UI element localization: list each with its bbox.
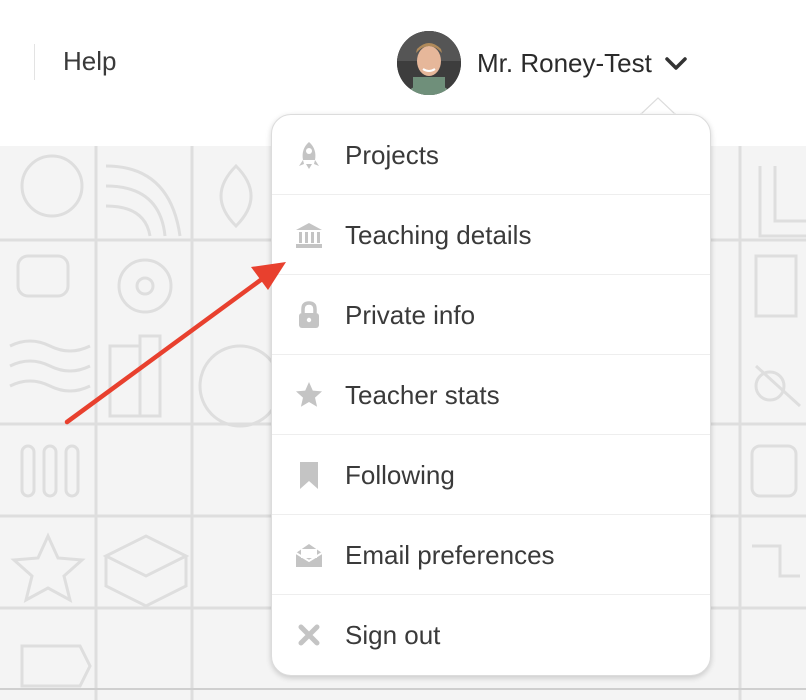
menu-item-label: Following: [345, 459, 455, 490]
menu-item-sign-out[interactable]: Sign out: [272, 595, 710, 675]
header-divider: [34, 44, 35, 80]
user-dropdown-menu: Projects Teaching details Private info T…: [271, 114, 711, 676]
menu-item-teaching-details[interactable]: Teaching details: [272, 195, 710, 275]
menu-item-label: Sign out: [345, 619, 441, 650]
menu-item-label: Private info: [345, 299, 476, 330]
menu-caret: [640, 97, 676, 115]
rocket-icon: [294, 140, 324, 170]
page-border: [0, 688, 806, 690]
menu-item-projects[interactable]: Projects: [272, 115, 710, 195]
menu-item-teacher-stats[interactable]: Teacher stats: [272, 355, 710, 435]
envelope-icon: [294, 540, 324, 570]
chevron-down-icon: [664, 51, 688, 75]
menu-item-label: Teacher stats: [345, 379, 500, 410]
menu-item-label: Projects: [345, 139, 439, 170]
lock-icon: [294, 300, 324, 330]
bank-icon: [294, 220, 324, 250]
close-icon: [294, 620, 324, 650]
bookmark-icon: [294, 460, 324, 490]
star-icon: [294, 380, 324, 410]
menu-item-email-preferences[interactable]: Email preferences: [272, 515, 710, 595]
menu-item-private-info[interactable]: Private info: [272, 275, 710, 355]
user-menu-toggle[interactable]: Mr. Roney-Test: [397, 30, 688, 96]
menu-item-label: Email preferences: [345, 539, 555, 570]
user-name: Mr. Roney-Test: [477, 47, 652, 78]
menu-item-following[interactable]: Following: [272, 435, 710, 515]
avatar: [397, 31, 461, 95]
help-link[interactable]: Help: [63, 46, 116, 77]
menu-item-label: Teaching details: [345, 219, 532, 250]
